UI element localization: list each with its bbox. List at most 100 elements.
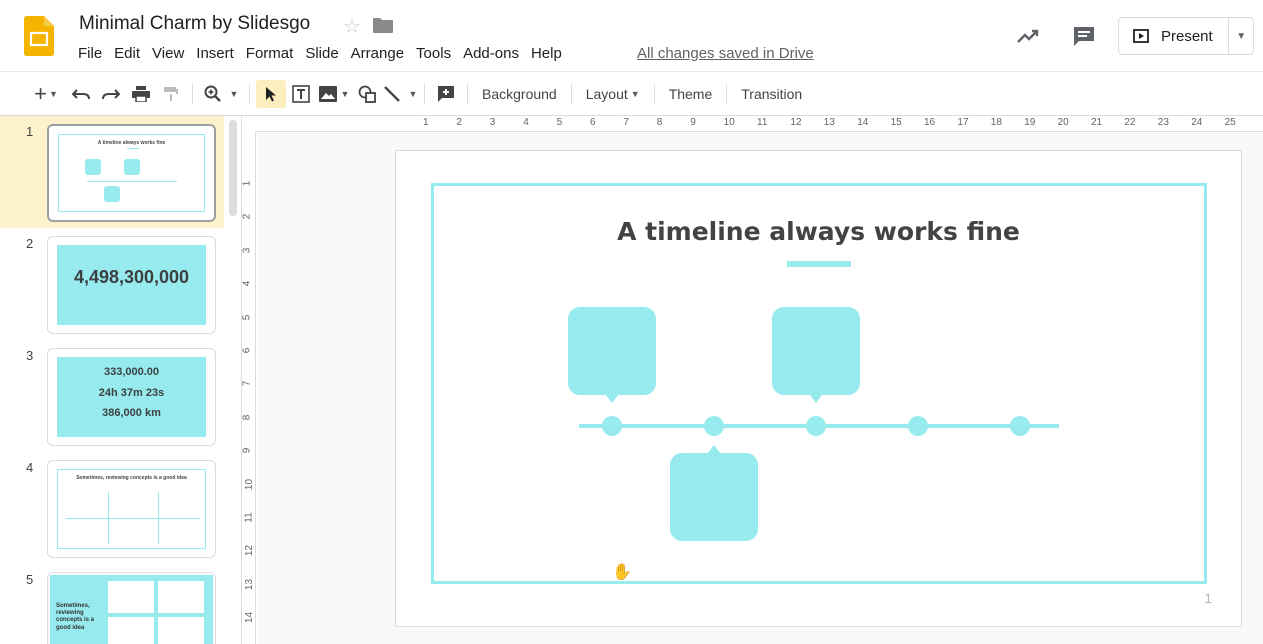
select-tool-button[interactable] (256, 80, 286, 108)
thumb-bubble (104, 186, 120, 202)
thumb-stat: 24h 37m 23s (98, 387, 165, 399)
thumbnail[interactable]: Sometimes, reviewing concepts is a good … (47, 460, 216, 558)
layout-button[interactable]: Layout ▼ (578, 80, 648, 108)
toolbar-divider (192, 84, 193, 104)
text-box-button[interactable] (286, 80, 316, 108)
thumb-stat: 386,000 km (102, 407, 161, 419)
ruler-tick-label: 11 (243, 512, 255, 523)
menu-insert[interactable]: Insert (190, 45, 240, 62)
folder-icon[interactable] (373, 18, 393, 33)
timeline-bubble[interactable] (670, 445, 758, 541)
slide-thumbnail-5[interactable]: 5 Sometimes, reviewing concepts is a goo… (0, 564, 224, 644)
paint-format-button[interactable] (156, 80, 186, 108)
ruler-tick-label: 3 (489, 117, 496, 128)
redo-icon (102, 89, 120, 100)
line-button[interactable]: ▼ (382, 80, 418, 108)
transition-button[interactable]: Transition (733, 80, 810, 108)
timeline-dot[interactable] (908, 416, 928, 436)
print-button[interactable] (126, 80, 156, 108)
slide-thumbnail-1[interactable]: 1 A timeline always works fine (0, 116, 224, 228)
timeline-dot[interactable] (602, 416, 622, 436)
thumb-title: A timeline always works fine (97, 140, 166, 146)
horizontal-ruler[interactable]: 1 2 3 4 5 6 7 8 9 10 11 12 13 14 15 16 17 18 19 20 21 22 23 24 2… (256, 116, 1263, 132)
vertical-ruler[interactable]: 1 2 3 4 5 6 7 8 9 10 11 12 13 14 (241, 132, 256, 644)
toolbar-divider (467, 84, 468, 104)
menu-format[interactable]: Format (240, 45, 300, 62)
thumb-frame: A timeline always works fine (58, 134, 205, 212)
menu-help[interactable]: Help (525, 45, 568, 62)
thumbnail[interactable]: 4,498,300,000 (47, 236, 216, 334)
hand-cursor-icon: ✋ (612, 564, 632, 581)
menu-addons[interactable]: Add-ons (457, 45, 525, 62)
new-slide-button[interactable]: + ▼ (26, 80, 66, 108)
slides-logo-icon[interactable] (24, 16, 54, 56)
ruler-tick-label: 3 (241, 247, 253, 254)
print-icon (132, 86, 150, 102)
slide-thumbnail-2[interactable]: 2 4,498,300,000 (0, 228, 224, 340)
present-label: Present (1161, 27, 1213, 45)
thumb-title: Sometimes, reviewing concepts is a good … (56, 603, 95, 631)
shape-button[interactable] (352, 80, 382, 108)
thumb-underline (127, 148, 139, 149)
ruler-tick-label: 18 (990, 117, 1002, 128)
cursor-arrow-icon (266, 87, 276, 102)
thumb-card (108, 581, 154, 613)
menu-bar: File Edit View Insert Format Slide Arran… (72, 45, 568, 62)
layout-label: Layout (585, 86, 628, 102)
image-icon (318, 86, 337, 102)
ruler-tick-label: 12 (244, 545, 256, 557)
ruler-tick-label: 11 (757, 117, 768, 128)
zoom-button[interactable]: ▼ (199, 80, 243, 108)
save-status-link[interactable]: All changes saved in Drive (637, 45, 814, 62)
thumb-title: Sometimes, reviewing concepts is a good … (76, 475, 187, 481)
new-comment-button[interactable] (431, 80, 461, 108)
star-icon[interactable]: ☆ (343, 14, 361, 39)
thumb-big-number: 4,498,300,000 (73, 267, 190, 287)
timeline-dot[interactable] (1010, 416, 1030, 436)
caret-down-icon: ▼ (630, 89, 640, 99)
line-icon (383, 86, 400, 102)
menu-tools[interactable]: Tools (410, 45, 457, 62)
present-button[interactable]: Present ▼ (1118, 17, 1254, 55)
insert-image-button[interactable]: ▼ (316, 80, 352, 108)
toolbar-divider (726, 84, 728, 104)
thumbnail[interactable]: A timeline always works fine (47, 124, 216, 222)
theme-button[interactable]: Theme (661, 80, 721, 108)
undo-button[interactable] (66, 80, 96, 108)
thumb-frame: Sometimes, reviewing concepts is a good … (57, 469, 206, 549)
caret-down-icon: ▼ (340, 89, 350, 99)
ruler-tick-label: 5 (241, 314, 253, 320)
current-slide[interactable]: A timeline always works fine 1 (395, 150, 1242, 627)
ruler-tick-label: 10 (723, 117, 735, 128)
timeline-bubble[interactable] (568, 307, 656, 403)
title-underline[interactable] (787, 261, 851, 267)
slide-filmstrip[interactable]: 1 A timeline always works fine 2 4,498,3… (0, 116, 242, 644)
slide-thumbnail-4[interactable]: 4 Sometimes, reviewing concepts is a goo… (0, 452, 224, 564)
thumbnail[interactable]: Sometimes, reviewing concepts is a good … (47, 572, 216, 644)
present-main[interactable]: Present (1119, 18, 1230, 54)
filmstrip-scrollbar[interactable] (229, 120, 237, 216)
ruler-tick-label: 5 (556, 117, 563, 128)
thumbnail[interactable]: 333,000.00 24h 37m 23s 386,000 km (47, 348, 216, 446)
slide-number: 5 (26, 572, 34, 587)
present-dropdown-icon[interactable]: ▼ (1229, 31, 1253, 42)
menu-edit[interactable]: Edit (108, 45, 146, 62)
menu-view[interactable]: View (146, 45, 190, 62)
menu-file[interactable]: File (72, 45, 108, 62)
slide-title[interactable]: A timeline always works fine (396, 217, 1241, 246)
undo-icon (72, 89, 90, 100)
timeline-dot[interactable] (704, 416, 724, 436)
timeline-bubble[interactable] (772, 307, 860, 403)
slide-thumbnail-3[interactable]: 3 333,000.00 24h 37m 23s 386,000 km (0, 340, 224, 452)
comment-icon[interactable] (1072, 25, 1096, 47)
ruler-tick-label: 16 (924, 117, 936, 128)
activity-trend-icon[interactable] (1016, 26, 1040, 46)
thumb-card (108, 617, 154, 644)
timeline-dot[interactable] (806, 416, 826, 436)
menu-arrange[interactable]: Arrange (345, 45, 410, 62)
menu-slide[interactable]: Slide (299, 45, 344, 62)
caret-down-icon: ▼ (229, 89, 239, 99)
redo-button[interactable] (96, 80, 126, 108)
document-title[interactable]: Minimal Charm by Slidesgo (79, 13, 310, 35)
background-button[interactable]: Background (474, 80, 565, 108)
